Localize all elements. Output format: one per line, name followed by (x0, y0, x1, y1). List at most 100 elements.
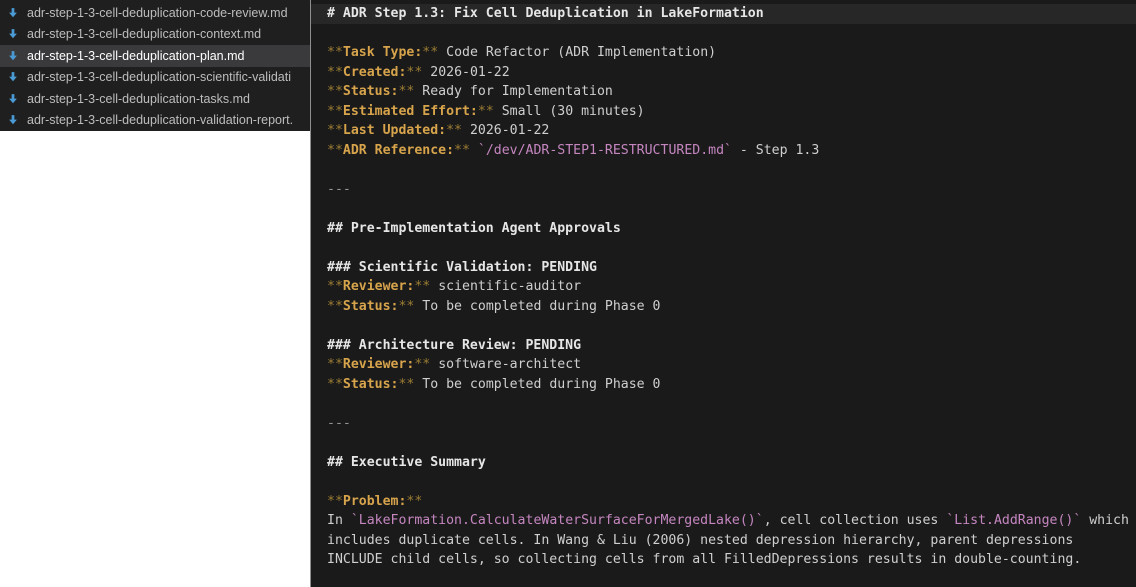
md-token-punct: ** (406, 493, 423, 509)
md-token-punct: ** (414, 279, 431, 294)
editor-line-26: **Problem:** (311, 492, 1136, 512)
editor-line-23 (311, 433, 1136, 453)
md-token-label: Created: (342, 64, 407, 80)
md-token-punct: ** (398, 376, 415, 392)
md-token-punct: ** (422, 45, 439, 60)
editor-line-13 (311, 238, 1136, 258)
md-token-text: Ready for Implementation (414, 84, 613, 99)
md-token-text: software-architect (430, 357, 582, 372)
md-token-label: Status: (342, 84, 399, 99)
md-token-punct: ** (327, 64, 343, 80)
md-token-label: Problem: (342, 493, 407, 509)
file-list: adr-step-1-3-cell-deduplication-code-rev… (0, 0, 310, 131)
md-token-punct: ** (454, 142, 470, 158)
list-item-3[interactable]: adr-step-1-3-cell-deduplication-plan.md (0, 45, 310, 67)
editor-line-16: **Status:** To be completed during Phase… (311, 297, 1136, 317)
md-token-text: To be completed during Phase 0 (414, 376, 661, 392)
editor-line-24: ## Executive Summary (311, 453, 1136, 473)
md-token-text: 2026-01-22 (422, 64, 510, 80)
md-token-code: `LakeFormation.CalculateWaterSurfaceForM… (350, 513, 764, 528)
md-token-text (470, 143, 478, 158)
md-token-punct: ** (327, 376, 343, 392)
editor-line-22: --- (311, 414, 1136, 434)
md-token-punct: ** (327, 493, 343, 509)
md-token-punct: ** (446, 123, 462, 138)
editor-line-27: In `LakeFormation.CalculateWaterSurfaceF… (311, 511, 1136, 531)
editor-line-14: ### Scientific Validation: PENDING (311, 258, 1136, 278)
md-token-h: ## Executive Summary (327, 454, 486, 470)
md-token-code: `/dev/ADR-STEP1-RESTRUCTURED.md` (477, 142, 732, 158)
md-token-text: Code Refactor (ADR Implementation) (438, 45, 717, 60)
md-token-label: Last Updated: (342, 123, 447, 138)
editor-line-9 (311, 160, 1136, 180)
md-token-punct: ** (327, 142, 343, 158)
md-token-text: Small (30 minutes) (493, 103, 645, 119)
editor-line-20: **Status:** To be completed during Phase… (311, 375, 1136, 395)
editor-line-19: **Reviewer:** software-architect (311, 355, 1136, 375)
md-token-text: INCLUDE child cells, so collecting cells… (327, 552, 1082, 567)
editor-line-25 (311, 472, 1136, 492)
file-name: adr-step-1-3-cell-deduplication-tasks.md (27, 91, 251, 106)
file-name: adr-step-1-3-cell-deduplication-code-rev… (27, 5, 288, 20)
download-arrow-icon (7, 93, 19, 105)
md-token-h: ### Architecture Review: PENDING (327, 337, 582, 353)
md-token-label: Reviewer: (342, 279, 415, 294)
md-token-punct: ** (327, 298, 343, 314)
editor-line-21 (311, 394, 1136, 414)
md-token-punct: ** (406, 64, 423, 80)
md-token-hr: --- (327, 181, 351, 197)
list-item-4[interactable]: adr-step-1-3-cell-deduplication-scientif… (0, 67, 310, 89)
md-token-label: Status: (342, 376, 399, 392)
download-arrow-icon (7, 7, 19, 19)
md-token-text: , cell collection uses (763, 513, 947, 528)
list-item-1[interactable]: adr-step-1-3-cell-deduplication-code-rev… (0, 2, 310, 24)
editor-line-18: ### Architecture Review: PENDING (311, 336, 1136, 356)
editor-line-17 (311, 316, 1136, 336)
md-token-punct: ** (327, 357, 343, 372)
editor-line-4: **Created:** 2026-01-22 (311, 63, 1136, 83)
file-name: adr-step-1-3-cell-deduplication-validati… (27, 113, 294, 128)
editor-pane[interactable]: # ADR Step 1.3: Fix Cell Deduplication i… (310, 0, 1136, 587)
md-token-punct: ** (477, 103, 494, 119)
list-item-2[interactable]: adr-step-1-3-cell-deduplication-context.… (0, 24, 310, 46)
md-token-code: `List.AddRange()` (946, 513, 1082, 528)
md-token-label: Reviewer: (342, 357, 415, 372)
md-token-h: ### Scientific Validation: PENDING (327, 259, 597, 275)
download-arrow-icon (7, 71, 19, 83)
editor-line-28: includes duplicate cells. In Wang & Liu … (311, 531, 1136, 551)
md-token-text: - Step 1.3 (731, 142, 820, 158)
md-token-punct: ** (414, 357, 431, 372)
md-token-punct: ** (327, 103, 343, 119)
editor-line-12: ## Pre-Implementation Agent Approvals (311, 219, 1136, 239)
list-item-6[interactable]: adr-step-1-3-cell-deduplication-validati… (0, 110, 310, 132)
md-token-text: includes duplicate cells. In Wang & Liu … (327, 532, 1074, 548)
editor-line-5: **Status:** Ready for Implementation (311, 82, 1136, 102)
md-token-punct: ** (327, 123, 343, 138)
file-name: adr-step-1-3-cell-deduplication-context.… (27, 27, 262, 42)
editor-line-29: INCLUDE child cells, so collecting cells… (311, 550, 1136, 570)
md-token-h: ## Pre-Implementation Agent Approvals (327, 220, 621, 236)
download-arrow-icon (7, 28, 19, 40)
editor-line-15: **Reviewer:** scientific-auditor (311, 277, 1136, 297)
editor-current-line: # ADR Step 1.3: Fix Cell Deduplication i… (311, 4, 1136, 24)
md-token-label: ADR Reference: (342, 142, 455, 158)
md-token-punct: ** (327, 45, 343, 60)
md-token-text: To be completed during Phase 0 (414, 298, 661, 314)
md-token-text: In (327, 513, 351, 528)
file-name: adr-step-1-3-cell-deduplication-scientif… (27, 70, 292, 85)
md-token-text: 2026-01-22 (462, 123, 550, 138)
md-token-text: scientific-auditor (430, 279, 582, 294)
editor-line-3: **Task Type:** Code Refactor (ADR Implem… (311, 43, 1136, 63)
download-arrow-icon (7, 50, 19, 62)
editor-line-8: **ADR Reference:** `/dev/ADR-STEP1-RESTR… (311, 141, 1136, 161)
editor-line-11 (311, 199, 1136, 219)
list-item-5[interactable]: adr-step-1-3-cell-deduplication-tasks.md (0, 88, 310, 110)
download-arrow-icon (7, 114, 19, 126)
md-token-punct: ** (327, 279, 343, 294)
md-token-label: Status: (342, 298, 399, 314)
editor-line-2 (311, 24, 1136, 44)
editor-line-7: **Last Updated:** 2026-01-22 (311, 121, 1136, 141)
editor-line-6: **Estimated Effort:** Small (30 minutes) (311, 102, 1136, 122)
md-token-label: Task Type: (342, 45, 423, 60)
md-token-punct: ** (398, 298, 415, 314)
